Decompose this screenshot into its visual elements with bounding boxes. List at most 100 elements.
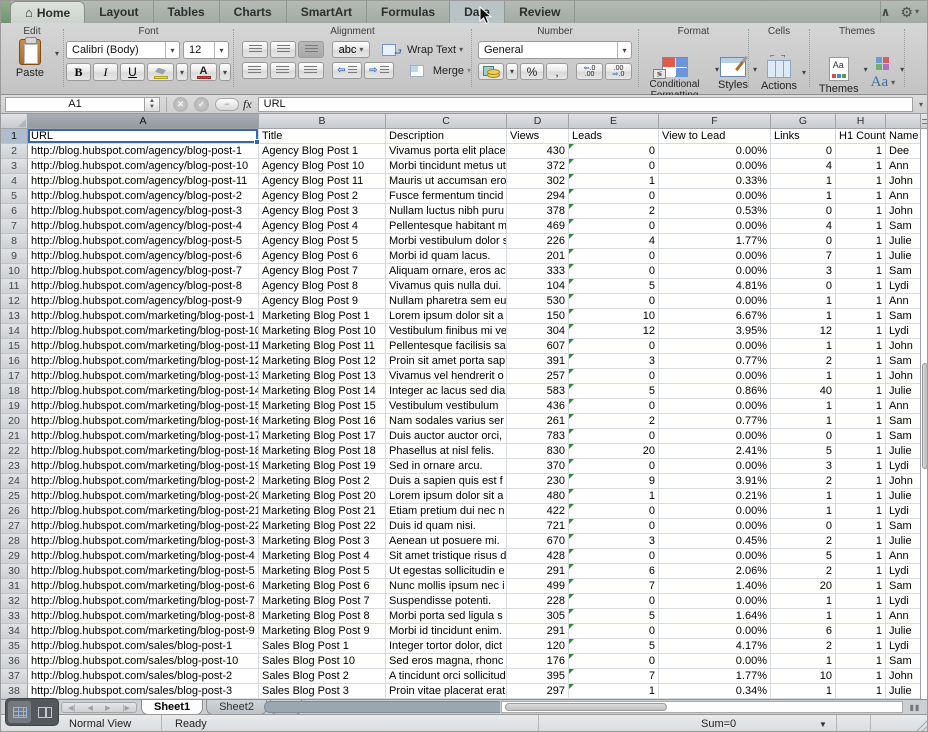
font-color-button[interactable]: A xyxy=(190,63,217,81)
cell-D3[interactable]: 372 xyxy=(507,159,569,174)
cell-E13[interactable]: 10 xyxy=(569,309,659,324)
tab-charts[interactable]: Charts xyxy=(220,1,287,23)
normal-view-button[interactable] xyxy=(8,701,31,723)
cell-A21[interactable]: http://blog.hubspot.com/marketing/blog-p… xyxy=(28,429,259,444)
cell-I35[interactable]: Lydi xyxy=(886,639,921,654)
theme-colors-button[interactable]: ▾ Aa ▾ xyxy=(871,57,896,91)
cell-I1[interactable]: Name xyxy=(886,129,921,144)
cell-C17[interactable]: Vivamus vel hendrerit o xyxy=(386,369,507,384)
last-sheet-icon[interactable]: |▶ xyxy=(123,704,130,712)
cell-G15[interactable]: 1 xyxy=(771,339,836,354)
tab-data[interactable]: Data xyxy=(450,1,505,23)
row-header-24[interactable]: 24 xyxy=(1,474,28,489)
cell-C4[interactable]: Mauris ut accumsan ero xyxy=(386,174,507,189)
cell-B25[interactable]: Marketing Blog Post 20 xyxy=(259,489,386,504)
italic-button[interactable]: I xyxy=(93,63,118,81)
cell-D9[interactable]: 201 xyxy=(507,249,569,264)
cell-D8[interactable]: 226 xyxy=(507,234,569,249)
page-layout-view-button[interactable] xyxy=(33,701,56,723)
number-format-select[interactable]: General ▾ xyxy=(478,41,632,59)
align-top-button[interactable] xyxy=(242,41,268,58)
fill-color-button[interactable] xyxy=(147,63,174,81)
cell-G36[interactable]: 1 xyxy=(771,654,836,669)
cell-E9[interactable]: 0 xyxy=(569,249,659,264)
cell-D34[interactable]: 291 xyxy=(507,624,569,639)
cell-H34[interactable]: 1 xyxy=(836,624,886,639)
cell-I19[interactable]: Ann xyxy=(886,399,921,414)
cell-H11[interactable]: 1 xyxy=(836,279,886,294)
cell-C10[interactable]: Aliquam ornare, eros ac xyxy=(386,264,507,279)
cell-C38[interactable]: Proin vitae placerat erat xyxy=(386,684,507,699)
cell-E7[interactable]: 0 xyxy=(569,219,659,234)
cell-I10[interactable]: Sam xyxy=(886,264,921,279)
column-header-D[interactable]: D xyxy=(507,114,569,129)
horizontal-scrollbar[interactable] xyxy=(501,701,903,713)
cell-C26[interactable]: Etiam pretium dui nec n xyxy=(386,504,507,519)
ribbon-settings-button[interactable]: ⚙ ▾ xyxy=(900,5,919,19)
cell-A16[interactable]: http://blog.hubspot.com/marketing/blog-p… xyxy=(28,354,259,369)
cell-F7[interactable]: 0.00% xyxy=(659,219,771,234)
cell-F4[interactable]: 0.33% xyxy=(659,174,771,189)
cell-I34[interactable]: Julie xyxy=(886,624,921,639)
align-bottom-button[interactable] xyxy=(298,41,324,58)
cell-G25[interactable]: 1 xyxy=(771,489,836,504)
cell-C8[interactable]: Morbi vestibulum dolor s xyxy=(386,234,507,249)
cell-C12[interactable]: Nullam pharetra sem eu xyxy=(386,294,507,309)
paste-button[interactable]: ▾ Paste xyxy=(7,39,53,79)
row-header-31[interactable]: 31 xyxy=(1,579,28,594)
cell-I38[interactable]: Julie xyxy=(886,684,921,699)
bold-button[interactable]: B xyxy=(66,63,91,81)
cell-D22[interactable]: 830 xyxy=(507,444,569,459)
cell-A13[interactable]: http://blog.hubspot.com/marketing/blog-p… xyxy=(28,309,259,324)
formula-bar-expand-icon[interactable]: ▾ xyxy=(913,100,928,109)
cell-C28[interactable]: Aenean ut posuere mi. xyxy=(386,534,507,549)
cell-I15[interactable]: John xyxy=(886,339,921,354)
cell-G6[interactable]: 0 xyxy=(771,204,836,219)
cell-H30[interactable]: 1 xyxy=(836,564,886,579)
cell-F3[interactable]: 0.00% xyxy=(659,159,771,174)
increase-decimal-button[interactable]: ⇦.0.00 xyxy=(576,63,603,80)
cell-D30[interactable]: 291 xyxy=(507,564,569,579)
cell-G18[interactable]: 40 xyxy=(771,384,836,399)
font-color-dropdown[interactable]: ▾ xyxy=(219,63,231,81)
cell-G23[interactable]: 3 xyxy=(771,459,836,474)
next-sheet-icon[interactable]: ▶ xyxy=(105,704,110,712)
cell-G14[interactable]: 12 xyxy=(771,324,836,339)
cell-H31[interactable]: 1 xyxy=(836,579,886,594)
cell-A30[interactable]: http://blog.hubspot.com/marketing/blog-p… xyxy=(28,564,259,579)
cell-B37[interactable]: Sales Blog Post 2 xyxy=(259,669,386,684)
cell-F25[interactable]: 0.21% xyxy=(659,489,771,504)
cell-I9[interactable]: Julie xyxy=(886,249,921,264)
text-orientation-button[interactable]: abc▾ xyxy=(332,41,370,58)
row-header-1[interactable]: 1 xyxy=(1,129,28,144)
cell-A38[interactable]: http://blog.hubspot.com/sales/blog-post-… xyxy=(28,684,259,699)
cell-D6[interactable]: 378 xyxy=(507,204,569,219)
cell-B9[interactable]: Agency Blog Post 6 xyxy=(259,249,386,264)
cell-C34[interactable]: Morbi id tincidunt enim. xyxy=(386,624,507,639)
cell-H3[interactable]: 1 xyxy=(836,159,886,174)
cell-A3[interactable]: http://blog.hubspot.com/agency/blog-post… xyxy=(28,159,259,174)
row-header-26[interactable]: 26 xyxy=(1,504,28,519)
cell-H15[interactable]: 1 xyxy=(836,339,886,354)
cell-E28[interactable]: 3 xyxy=(569,534,659,549)
font-size-select[interactable]: 12 ▾ xyxy=(183,41,229,59)
row-header-29[interactable]: 29 xyxy=(1,549,28,564)
currency-format-button[interactable] xyxy=(478,63,504,80)
cell-B6[interactable]: Agency Blog Post 3 xyxy=(259,204,386,219)
cell-B28[interactable]: Marketing Blog Post 3 xyxy=(259,534,386,549)
row-header-25[interactable]: 25 xyxy=(1,489,28,504)
cell-E30[interactable]: 6 xyxy=(569,564,659,579)
cell-I37[interactable]: John xyxy=(886,669,921,684)
cell-D26[interactable]: 422 xyxy=(507,504,569,519)
cell-C11[interactable]: Vivamus quis nulla dui. xyxy=(386,279,507,294)
cell-A24[interactable]: http://blog.hubspot.com/marketing/blog-p… xyxy=(28,474,259,489)
cell-F37[interactable]: 1.77% xyxy=(659,669,771,684)
cell-C31[interactable]: Nunc mollis ipsum nec i xyxy=(386,579,507,594)
styles-button[interactable]: ▾ Styles xyxy=(718,57,748,91)
cell-B34[interactable]: Marketing Blog Post 9 xyxy=(259,624,386,639)
cell-A20[interactable]: http://blog.hubspot.com/marketing/blog-p… xyxy=(28,414,259,429)
vertical-scroll-track[interactable] xyxy=(921,129,928,699)
row-header-6[interactable]: 6 xyxy=(1,204,28,219)
cell-F27[interactable]: 0.00% xyxy=(659,519,771,534)
cell-H22[interactable]: 1 xyxy=(836,444,886,459)
